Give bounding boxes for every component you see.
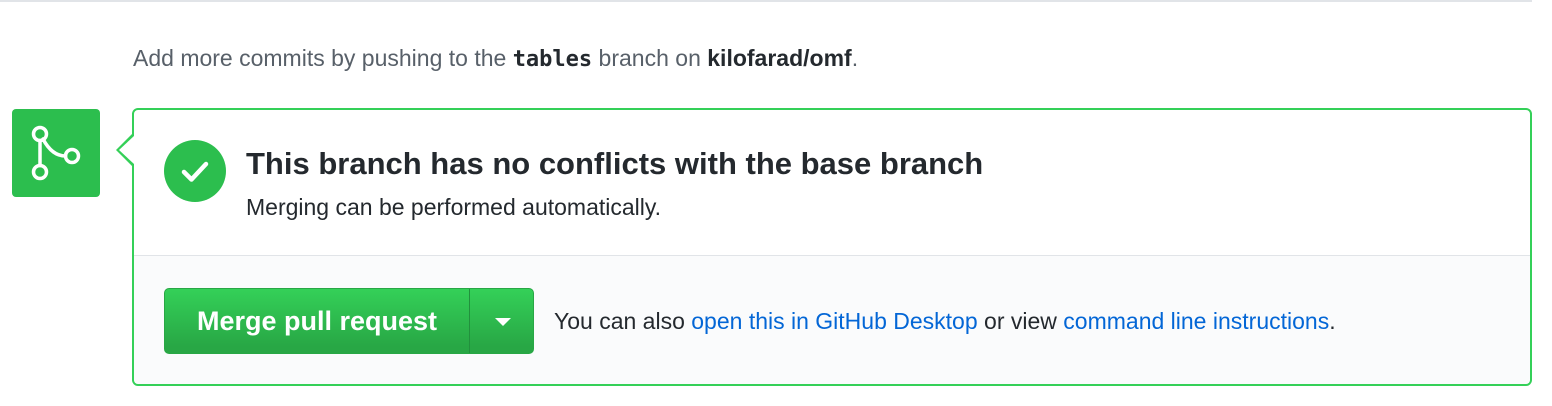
merge-pull-request-button[interactable]: Merge pull request (165, 289, 469, 353)
merge-action-section: Merge pull request You can also open thi… (134, 256, 1530, 384)
alt-prefix: You can also (554, 308, 692, 334)
alt-suffix: . (1329, 308, 1336, 334)
push-hint-suffix: . (851, 45, 859, 71)
alt-middle: or view (977, 308, 1064, 334)
push-hint-prefix: Add more commits by pushing to the (133, 45, 513, 71)
alternative-merge-text: You can also open this in GitHub Desktop… (554, 308, 1336, 335)
merge-status-subtitle: Merging can be performed automatically. (246, 194, 662, 220)
branch-name: tables (512, 47, 593, 72)
repo-name: kilofarad/omf (707, 45, 852, 71)
timeline-divider (0, 0, 1532, 2)
command-line-instructions-link[interactable]: command line instructions (1063, 308, 1329, 334)
merge-status-section: This branch has no conflicts with the ba… (134, 110, 1530, 256)
merge-button-group: Merge pull request (164, 288, 534, 354)
push-hint-middle: branch on (592, 45, 708, 71)
triangle-down-icon (495, 318, 511, 326)
push-hint: Add more commits by pushing to the table… (133, 45, 858, 72)
merge-status-title: This branch has no conflicts with the ba… (246, 146, 984, 181)
panel-pointer-fill (119, 136, 134, 164)
git-merge-icon (12, 109, 100, 197)
merge-box: This branch has no conflicts with the ba… (132, 108, 1532, 386)
check-icon (164, 140, 226, 202)
open-in-desktop-link[interactable]: open this in GitHub Desktop (691, 308, 977, 334)
merge-method-dropdown-button[interactable] (470, 289, 533, 353)
